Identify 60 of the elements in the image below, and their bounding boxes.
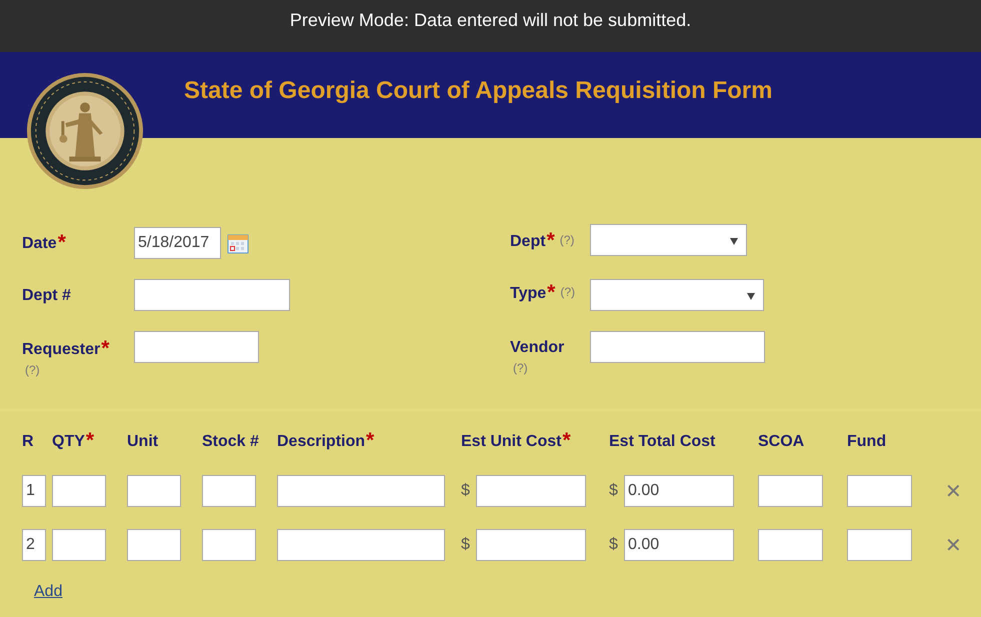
text-field[interactable]: 0.00	[624, 529, 734, 561]
help-link[interactable]: (?)	[25, 363, 40, 377]
text-field[interactable]: 0.00	[624, 475, 734, 507]
required-mark: *	[547, 281, 556, 304]
text-field[interactable]	[476, 529, 586, 561]
column-header: Unit	[127, 433, 158, 450]
text-field[interactable]	[202, 529, 256, 561]
text-field[interactable]	[52, 475, 106, 507]
currency-symbol: $	[461, 482, 470, 500]
column-header: Est Total Cost	[609, 433, 716, 450]
date-field[interactable]: 5/18/2017	[134, 227, 221, 259]
help-link[interactable]: (?)	[513, 361, 528, 375]
text-field[interactable]	[758, 529, 823, 561]
field-label: Vendor	[510, 339, 564, 356]
remove-button[interactable]: ✕	[945, 533, 962, 557]
remove-button[interactable]: ✕	[945, 479, 962, 503]
currency-symbol: $	[461, 536, 470, 554]
text-field[interactable]	[202, 475, 256, 507]
row-number-field[interactable]: 2	[22, 529, 46, 561]
currency-symbol: $	[609, 536, 618, 554]
text-field[interactable]	[758, 475, 823, 507]
help-link[interactable]: (?)	[560, 285, 576, 299]
required-mark: *	[58, 231, 66, 254]
column-header: Fund	[847, 433, 886, 450]
column-header: Stock #	[202, 433, 259, 450]
text-field[interactable]	[134, 279, 290, 311]
text-field[interactable]	[134, 331, 259, 363]
text-field[interactable]	[277, 529, 445, 561]
column-header: R	[22, 433, 34, 450]
text-field[interactable]	[277, 475, 445, 507]
calendar-icon[interactable]	[227, 232, 249, 254]
text-field[interactable]	[847, 475, 912, 507]
field-label: Dept #	[22, 287, 71, 304]
help-link[interactable]: (?)	[560, 233, 574, 247]
text-field[interactable]	[127, 475, 181, 507]
currency-symbol: $	[609, 482, 618, 500]
field-label: Type	[510, 285, 546, 302]
required-mark: *	[366, 429, 374, 452]
required-mark: *	[546, 229, 555, 252]
column-header: Description	[277, 433, 366, 450]
field-label: Requester	[22, 341, 100, 358]
column-header: SCOA	[758, 433, 804, 450]
add-link[interactable]: Add	[34, 583, 62, 601]
required-mark: *	[86, 429, 94, 452]
preview-banner: Preview Mode: Data entered will not be submitted.	[0, 0, 981, 52]
required-mark: *	[101, 337, 110, 360]
text-field[interactable]	[847, 529, 912, 561]
text-field[interactable]	[590, 331, 765, 363]
dropdown[interactable]	[590, 279, 764, 311]
required-mark: *	[562, 429, 571, 452]
column-header: Est Unit Cost	[461, 433, 562, 450]
text-field[interactable]	[476, 475, 586, 507]
dropdown[interactable]	[590, 224, 747, 256]
column-header: QTY	[52, 433, 85, 450]
field-label: Date	[22, 235, 57, 252]
row-number-field[interactable]: 1	[22, 475, 46, 507]
field-label: Dept	[510, 233, 546, 250]
text-field[interactable]	[52, 529, 106, 561]
form-title: State of Georgia Court of Appeals Requisition Form	[184, 77, 772, 105]
text-field[interactable]	[127, 529, 181, 561]
